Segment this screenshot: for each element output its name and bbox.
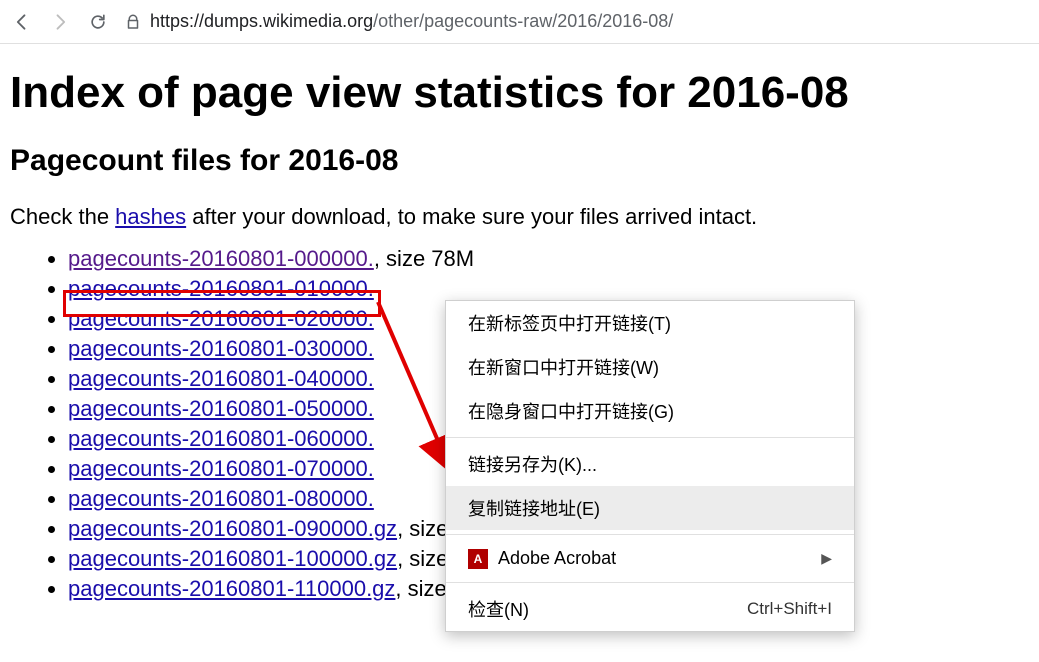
arrow-left-icon <box>12 12 32 32</box>
cm-open-new-tab[interactable]: 在新标签页中打开链接(T) <box>446 301 854 345</box>
cm-save-link-as[interactable]: 链接另存为(K)... <box>446 442 854 486</box>
file-size: , size 78M <box>374 246 474 271</box>
file-link[interactable]: pagecounts-20160801-070000. <box>68 456 374 481</box>
file-link[interactable]: pagecounts-20160801-050000. <box>68 396 374 421</box>
file-link[interactable]: pagecounts-20160801-090000.gz <box>68 516 397 541</box>
lock-icon <box>124 13 142 31</box>
address-bar[interactable]: https://dumps.wikimedia.org/other/pageco… <box>124 11 1029 32</box>
file-link[interactable]: pagecounts-20160801-100000.gz <box>68 546 397 571</box>
back-button[interactable] <box>10 10 34 34</box>
file-link[interactable]: pagecounts-20160801-030000. <box>68 336 374 361</box>
arrow-right-icon <box>50 12 70 32</box>
file-link[interactable]: pagecounts-20160801-040000. <box>68 366 374 391</box>
cm-open-new-window[interactable]: 在新窗口中打开链接(W) <box>446 345 854 389</box>
cm-open-incognito[interactable]: 在隐身窗口中打开链接(G) <box>446 389 854 433</box>
list-item: pagecounts-20160801-010000. <box>68 276 1029 302</box>
page-title: Index of page view statistics for 2016-0… <box>10 68 1029 118</box>
forward-button[interactable] <box>48 10 72 34</box>
cm-shortcut: Ctrl+Shift+I <box>747 599 832 619</box>
section-title: Pagecount files for 2016-08 <box>10 144 1029 178</box>
browser-toolbar: https://dumps.wikimedia.org/other/pageco… <box>0 0 1039 44</box>
context-menu: 在新标签页中打开链接(T) 在新窗口中打开链接(W) 在隐身窗口中打开链接(G)… <box>445 300 855 632</box>
reload-button[interactable] <box>86 10 110 34</box>
file-link[interactable]: pagecounts-20160801-080000. <box>68 486 374 511</box>
file-link[interactable]: pagecounts-20160801-020000. <box>68 306 374 331</box>
list-item: pagecounts-20160801-000000., size 78M <box>68 246 1029 272</box>
reload-icon <box>88 12 108 32</box>
file-link[interactable]: pagecounts-20160801-110000.gz <box>68 576 395 601</box>
hashes-link[interactable]: hashes <box>115 204 186 229</box>
cm-separator <box>446 582 854 583</box>
chevron-right-icon: ▶ <box>821 550 832 567</box>
cm-inspect[interactable]: 检查(N) Ctrl+Shift+I <box>446 587 854 631</box>
file-link[interactable]: pagecounts-20160801-000000. <box>68 246 374 271</box>
cm-adobe-acrobat[interactable]: AAdobe Acrobat ▶ <box>446 539 854 578</box>
file-link[interactable]: pagecounts-20160801-010000. <box>68 276 374 301</box>
cm-copy-link-address[interactable]: 复制链接地址(E) <box>446 486 854 530</box>
adobe-icon: A <box>468 549 488 569</box>
cm-separator <box>446 437 854 438</box>
cm-separator <box>446 534 854 535</box>
file-link[interactable]: pagecounts-20160801-060000. <box>68 426 374 451</box>
intro-text: Check the hashes after your download, to… <box>10 204 1029 230</box>
url-text: https://dumps.wikimedia.org/other/pageco… <box>150 11 673 32</box>
